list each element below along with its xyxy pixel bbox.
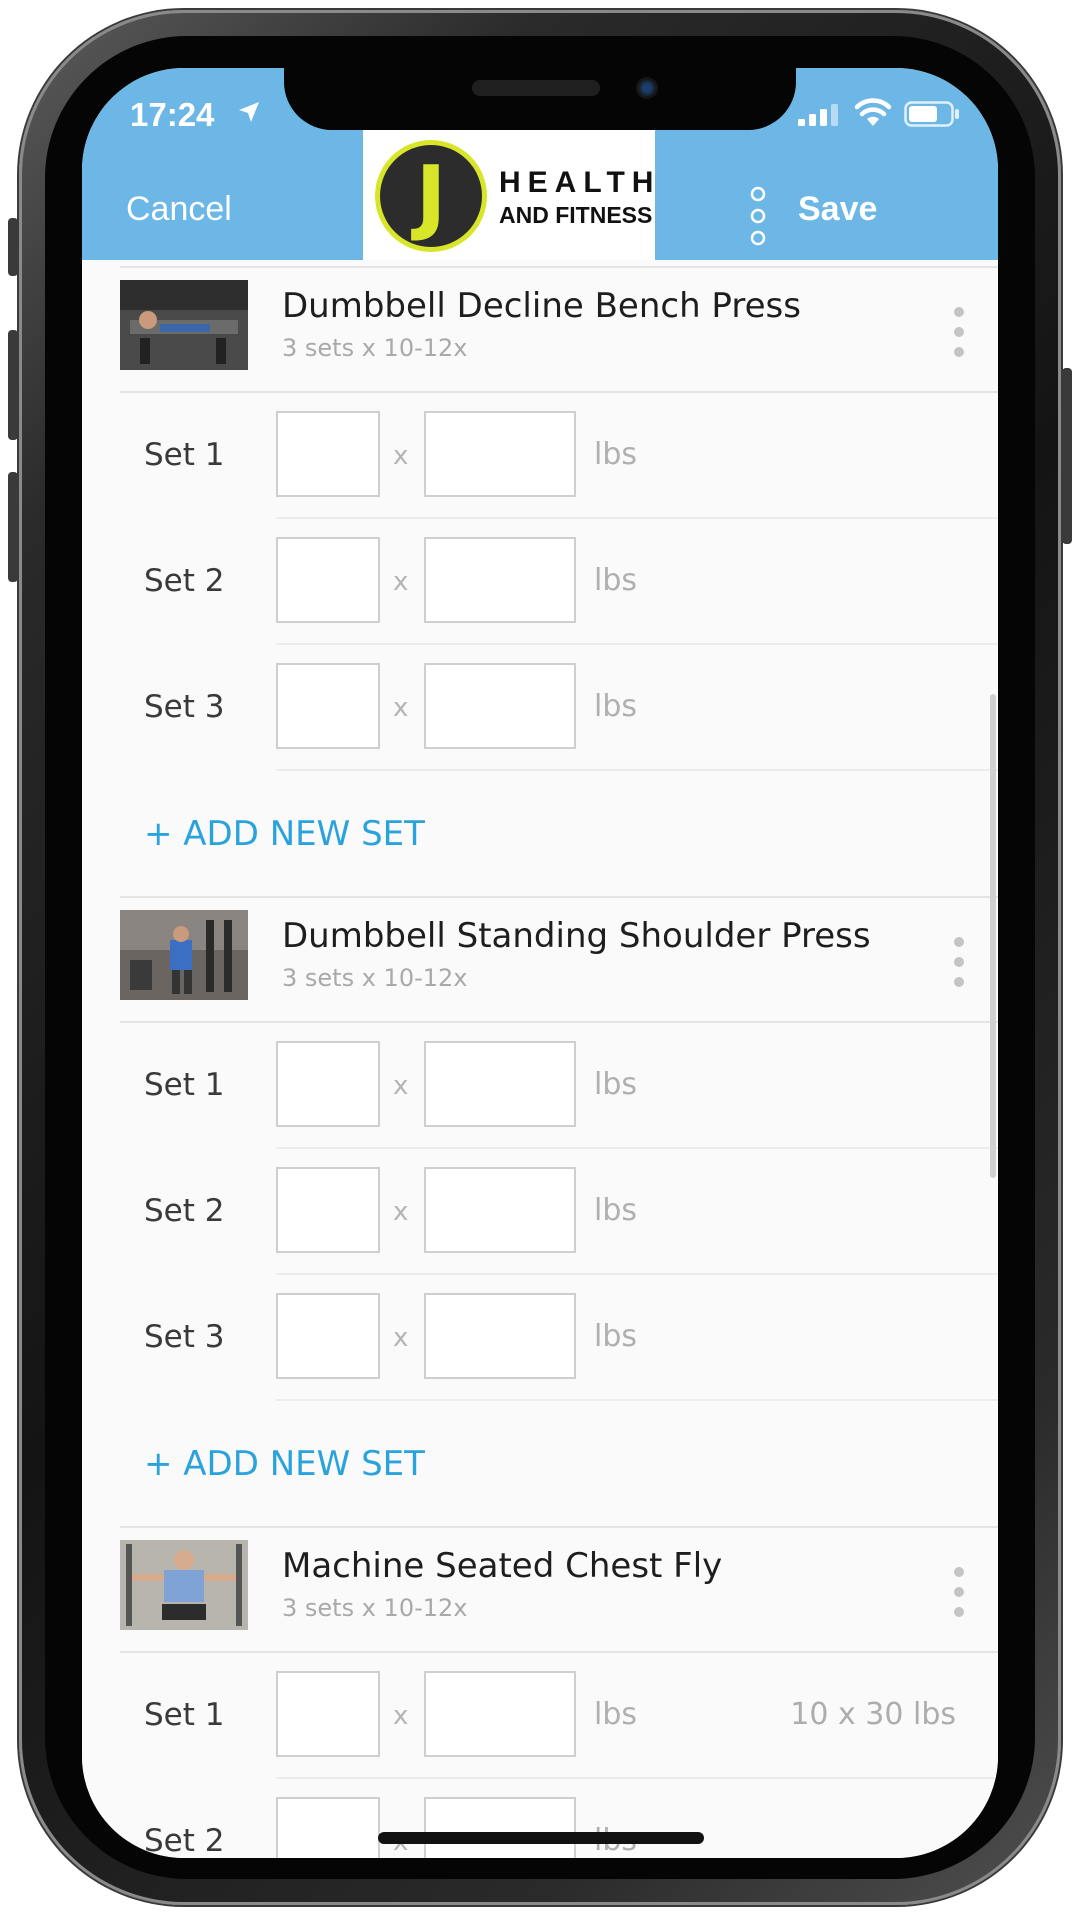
add-new-set-button[interactable]: + ADD NEW SET (144, 1444, 425, 1484)
wifi-icon (854, 98, 892, 126)
logo-text-health: HEALTH (499, 166, 661, 199)
weight-input[interactable] (424, 1797, 576, 1858)
set-label: Set 2 (144, 1193, 225, 1229)
unit-label: lbs (594, 1067, 638, 1102)
set-row: Set 1 x lbs (82, 1023, 998, 1149)
exercise-target: 3 sets x 10-12x (282, 1594, 468, 1622)
set-row: Set 1 x lbs (82, 393, 998, 519)
exercise-target: 3 sets x 10-12x (282, 964, 468, 992)
exercise-target: 3 sets x 10-12x (282, 334, 468, 362)
weight-input[interactable] (424, 411, 576, 497)
row-divider (276, 769, 998, 771)
times-sign: x (393, 1197, 409, 1227)
set-label: Set 2 (144, 563, 225, 599)
weight-input[interactable] (424, 1293, 576, 1379)
volume-down-button (8, 472, 18, 582)
save-button[interactable]: Save (798, 190, 877, 229)
add-new-set-button[interactable]: + ADD NEW SET (144, 814, 425, 854)
set-label: Set 3 (144, 1319, 225, 1355)
home-indicator[interactable] (378, 1832, 704, 1844)
exercise-thumbnail[interactable] (120, 280, 248, 370)
logo-letter: J (415, 149, 447, 244)
earpiece-speaker (472, 80, 600, 96)
workout-log[interactable]: Dumbbell Decline Bench Press 3 sets x 10… (82, 260, 998, 1858)
exercise-header[interactable]: Machine Seated Chest Fly 3 sets x 10-12x (120, 1526, 998, 1653)
logo-text-fitness: AND FITNESS (499, 202, 653, 228)
weight-input[interactable] (424, 537, 576, 623)
set-row: Set 3 x lbs (82, 1275, 998, 1401)
previous-result: 10 x 30 lbs (790, 1697, 956, 1732)
reps-input[interactable] (276, 411, 380, 497)
set-label: Set 3 (144, 689, 225, 725)
set-row: Set 1 x lbs 10 x 30 lbs (82, 1653, 998, 1779)
vertical-scrollbar[interactable] (990, 694, 996, 1178)
set-label: Set 2 (144, 1823, 225, 1858)
more-vertical-icon[interactable] (748, 186, 768, 246)
exercise-thumbnail[interactable] (120, 1540, 248, 1630)
reps-input[interactable] (276, 1167, 380, 1253)
unit-label: lbs (594, 689, 638, 724)
power-button (1062, 368, 1072, 544)
status-time: 17:24 (130, 96, 215, 133)
exercise-name: Dumbbell Decline Bench Press (282, 286, 801, 326)
signal-icon (798, 104, 838, 126)
set-label: Set 1 (144, 1697, 225, 1733)
times-sign: x (393, 1071, 409, 1101)
times-sign: x (393, 567, 409, 597)
exercise-name: Machine Seated Chest Fly (282, 1546, 723, 1586)
unit-label: lbs (594, 563, 638, 598)
times-sign: x (393, 1323, 409, 1353)
mute-switch (8, 218, 18, 276)
times-sign: x (393, 693, 409, 723)
location-arrow-icon (239, 102, 259, 122)
unit-label: lbs (594, 1697, 638, 1732)
set-row: Set 2 x lbs (82, 1149, 998, 1275)
reps-input[interactable] (276, 1671, 380, 1757)
row-divider (276, 1399, 998, 1401)
volume-up-button (8, 330, 18, 440)
reps-input[interactable] (276, 1041, 380, 1127)
screen: 17:24 Cancel J HEALTH AND FITNESS Save D… (82, 68, 998, 1858)
cancel-button[interactable]: Cancel (126, 190, 232, 229)
logo-emblem: J (375, 140, 487, 252)
reps-input[interactable] (276, 537, 380, 623)
reps-input[interactable] (276, 1797, 380, 1858)
more-vertical-icon[interactable] (952, 306, 966, 358)
notch (284, 68, 796, 130)
set-row: Set 2 x lbs (82, 519, 998, 645)
reps-input[interactable] (276, 1293, 380, 1379)
exercise-header[interactable]: Dumbbell Decline Bench Press 3 sets x 10… (120, 266, 998, 393)
times-sign: x (393, 441, 409, 471)
weight-input[interactable] (424, 663, 576, 749)
more-vertical-icon[interactable] (952, 1566, 966, 1618)
exercise-thumbnail[interactable] (120, 910, 248, 1000)
exercise-name: Dumbbell Standing Shoulder Press (282, 916, 871, 956)
more-vertical-icon[interactable] (952, 936, 966, 988)
reps-input[interactable] (276, 663, 380, 749)
set-row: Set 2 x lbs (82, 1779, 998, 1858)
unit-label: lbs (594, 1319, 638, 1354)
weight-input[interactable] (424, 1671, 576, 1757)
battery-icon (904, 101, 959, 127)
front-camera (636, 77, 658, 99)
exercise-header[interactable]: Dumbbell Standing Shoulder Press 3 sets … (120, 896, 998, 1023)
unit-label: lbs (594, 437, 638, 472)
weight-input[interactable] (424, 1167, 576, 1253)
times-sign: x (393, 1701, 409, 1731)
logo-emblem-inner: J (380, 145, 482, 247)
weight-input[interactable] (424, 1041, 576, 1127)
set-label: Set 1 (144, 437, 225, 473)
set-row: Set 3 x lbs (82, 645, 998, 771)
app-header: 17:24 Cancel J HEALTH AND FITNESS Save (82, 68, 998, 260)
brand-logo: J HEALTH AND FITNESS (363, 130, 655, 260)
unit-label: lbs (594, 1193, 638, 1228)
set-label: Set 1 (144, 1067, 225, 1103)
